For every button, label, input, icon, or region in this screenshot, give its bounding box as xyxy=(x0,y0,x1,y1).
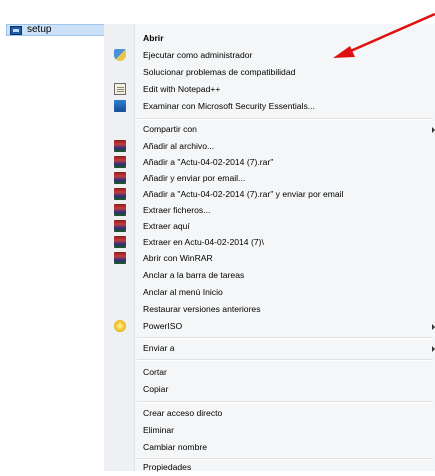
annotation-arrow xyxy=(333,12,435,58)
arrow-shaft xyxy=(345,12,435,55)
arrow-head xyxy=(333,46,355,58)
